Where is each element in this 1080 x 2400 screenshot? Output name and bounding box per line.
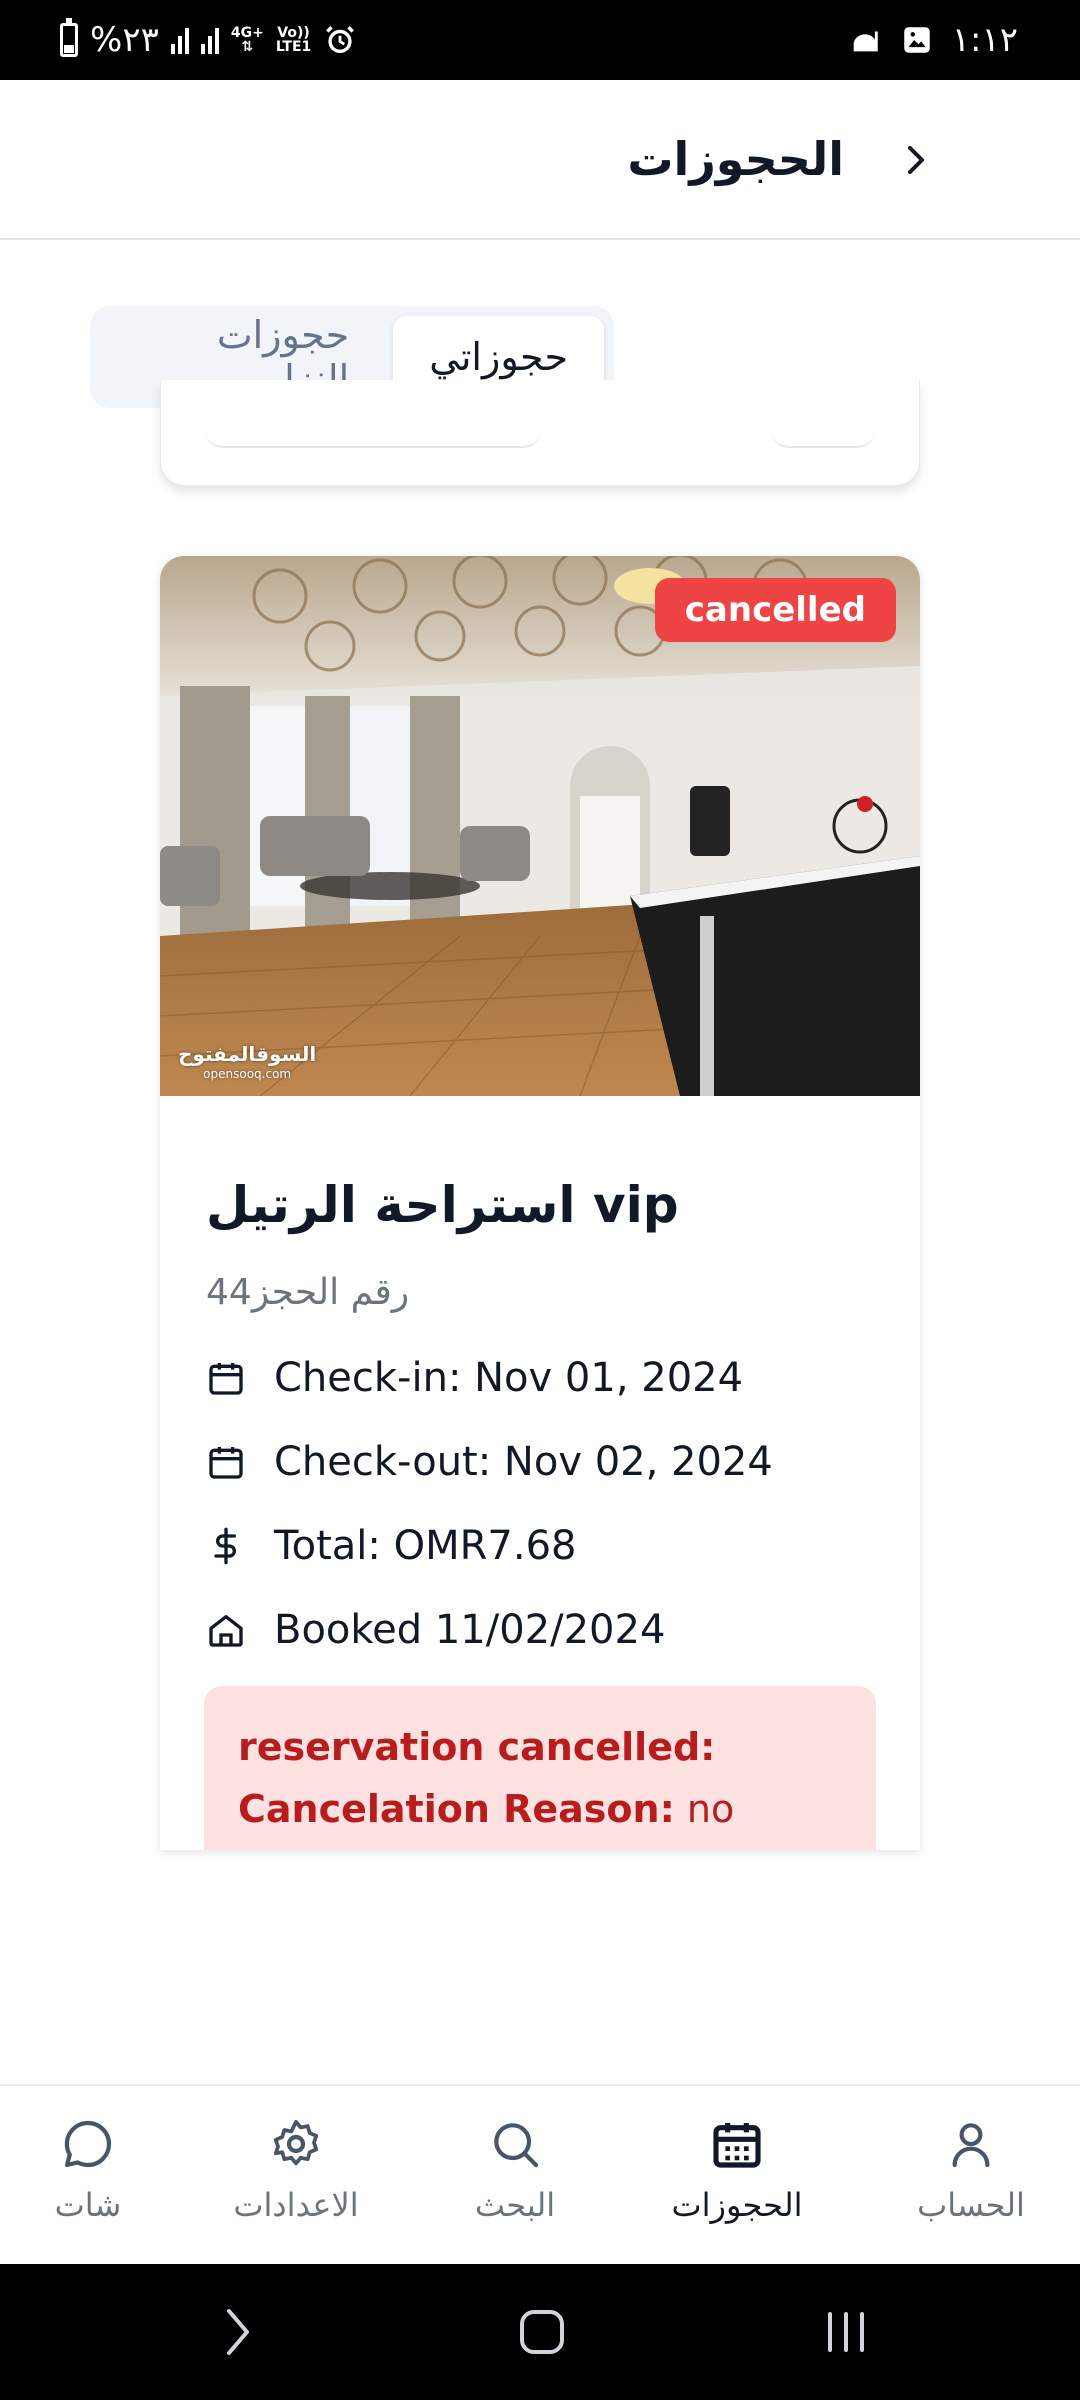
status-badge: cancelled: [654, 578, 896, 642]
recents-icon: [828, 2312, 864, 2352]
system-home-button[interactable]: [512, 2304, 572, 2360]
volte-indicator: Vo)) LTE1: [275, 25, 312, 55]
home-square-icon: [520, 2310, 564, 2354]
status-left: %٢٣ 4G+ ⇅ Vo)) LTE1: [60, 18, 357, 62]
app-header: الحجوزات: [0, 80, 1080, 240]
total-text: Total: OMR7.68: [274, 1523, 577, 1569]
home-icon: [206, 1610, 246, 1650]
chat-icon: [64, 2120, 112, 2168]
mosque-icon: [853, 31, 878, 52]
status-bar: %٢٣ 4G+ ⇅ Vo)) LTE1 ١:١٢: [0, 0, 1080, 80]
dollar-icon: [206, 1526, 246, 1566]
network-type: 4G+ ⇅: [230, 25, 264, 55]
system-navigation-bar: [0, 2264, 1080, 2400]
back-button[interactable]: [896, 136, 936, 184]
gallery-icon: [904, 27, 930, 53]
system-back-button[interactable]: [208, 2304, 268, 2360]
calendar-icon: [713, 2123, 761, 2168]
gear-icon: [273, 2119, 319, 2166]
previous-card-button: [771, 420, 875, 448]
booking-card[interactable]: cancelled السوقالمفتوح opensooq.com استر…: [160, 556, 920, 1850]
cancellation-heading: reservation cancelled:: [238, 1725, 716, 1769]
cancellation-reason: Cancelation Reason: no reason: [238, 1778, 842, 1850]
booked-date-row: Booked 11/02/2024: [206, 1602, 665, 1658]
booking-number: رقم الحجز44: [206, 1272, 410, 1313]
cancellation-notice: reservation cancelled: Cancelation Reaso…: [204, 1686, 876, 1850]
watermark: السوقالمفتوح opensooq.com: [178, 1042, 317, 1081]
booked-date-text: Booked 11/02/2024: [274, 1607, 666, 1653]
nav-search[interactable]: البحث: [415, 2116, 615, 2224]
previous-booking-card[interactable]: [160, 380, 920, 486]
total-row: Total: OMR7.68: [206, 1518, 576, 1574]
clock: ١:١٢: [951, 20, 1018, 60]
alarm-icon: [326, 26, 355, 54]
previous-card-button: [205, 420, 541, 448]
chevron-right-icon: [908, 146, 924, 174]
nav-label: الاعدادات: [233, 2186, 359, 2224]
nav-account[interactable]: الحساب: [871, 2116, 1071, 2224]
page-title: الحجوزات: [627, 132, 844, 186]
property-title: استراحة الرتيل vip: [206, 1176, 679, 1234]
signal-1-icon: [170, 26, 189, 54]
status-right: ١:١٢: [848, 18, 1018, 62]
user-icon: [952, 2123, 990, 2168]
nav-label: الحجوزات: [671, 2186, 803, 2224]
nav-label: الحساب: [917, 2186, 1025, 2224]
check-in-row: Check-in: Nov 01, 2024: [206, 1350, 743, 1406]
battery-percent: %٢٣: [90, 20, 159, 60]
calendar-icon: [206, 1442, 246, 1482]
nav-settings[interactable]: الاعدادات: [196, 2116, 396, 2224]
nav-label: البحث: [474, 2186, 556, 2224]
calendar-icon: [206, 1358, 246, 1398]
nav-chat[interactable]: شات: [0, 2116, 188, 2224]
search-icon: [494, 2123, 539, 2168]
check-in-text: Check-in: Nov 01, 2024: [274, 1355, 744, 1401]
battery-icon: [60, 18, 78, 57]
signal-2-icon: [200, 26, 219, 54]
nav-bookings[interactable]: الحجوزات: [637, 2116, 837, 2224]
nav-label: شات: [54, 2186, 122, 2224]
cancellation-reason-label: Cancelation Reason:: [238, 1787, 675, 1831]
check-out-row: Check-out: Nov 02, 2024: [206, 1434, 773, 1490]
system-recents-button[interactable]: [816, 2304, 876, 2360]
chevron-right-icon: [227, 2309, 249, 2355]
check-out-text: Check-out: Nov 02, 2024: [274, 1439, 773, 1485]
bottom-navigation: الحساب الحجوزات البحث الاعدادات شات: [0, 2084, 1080, 2264]
